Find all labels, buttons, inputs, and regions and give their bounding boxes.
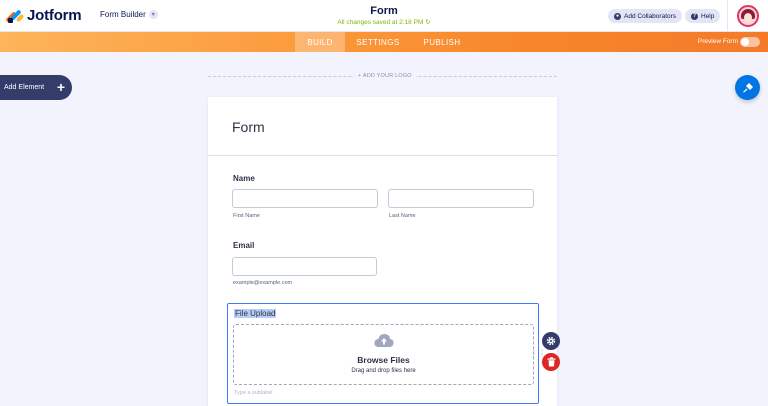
- help-icon: ?: [691, 12, 698, 20]
- top-bar: Jotform Form Builder ▾ Form All changes …: [0, 0, 768, 32]
- preview-form-toggle[interactable]: [740, 37, 760, 47]
- drag-drop-text: Drag and drop files here: [351, 368, 416, 374]
- jotform-logo[interactable]: Jotform: [5, 7, 82, 24]
- cloud-upload-icon: [374, 334, 394, 347]
- chevron-down-icon: ▾: [148, 10, 158, 19]
- add-collaborators-button[interactable]: ● Add Collaborators: [608, 9, 683, 23]
- jotform-logo-icon: [5, 8, 25, 24]
- last-name-input[interactable]: [388, 189, 534, 208]
- add-element-button[interactable]: Add Element +: [0, 75, 72, 100]
- email-input[interactable]: [232, 257, 377, 276]
- form-designer-button[interactable]: [735, 75, 760, 100]
- user-icon: ●: [614, 12, 621, 20]
- header-divider: [727, 0, 728, 32]
- add-element-label: Add Element: [4, 84, 45, 91]
- form-card: Form Name First Name Last Name Email exa…: [208, 97, 557, 406]
- delete-field-button[interactable]: [542, 353, 560, 371]
- tab-settings[interactable]: SETTINGS: [350, 32, 406, 52]
- tab-publish[interactable]: PUBLISH: [415, 32, 469, 52]
- help-label: Help: [701, 12, 715, 20]
- plus-icon: +: [56, 79, 65, 95]
- email-label[interactable]: Email: [233, 241, 254, 250]
- file-upload-field[interactable]: File Upload Browse Files Drag and drop f…: [227, 303, 546, 404]
- file-drop-zone[interactable]: Browse Files Drag and drop files here: [233, 324, 534, 385]
- gear-icon: [546, 336, 556, 346]
- tab-bar: BUILD SETTINGS PUBLISH Preview Form: [0, 32, 768, 52]
- form-title[interactable]: Form: [232, 119, 265, 135]
- tab-build[interactable]: BUILD: [295, 32, 345, 52]
- trash-icon: [547, 357, 555, 367]
- paint-roller-icon: [742, 82, 753, 92]
- email-sublabel: example@example.com: [233, 280, 293, 286]
- toggle-knob: [741, 38, 749, 46]
- field-settings-button[interactable]: [542, 332, 560, 350]
- brand-name: Jotform: [27, 7, 82, 24]
- last-name-sublabel: Last Name: [389, 213, 416, 219]
- file-upload-label[interactable]: File Upload: [234, 309, 277, 318]
- name-label[interactable]: Name: [233, 174, 255, 183]
- help-button[interactable]: ? Help: [685, 9, 721, 23]
- add-collaborators-label: Add Collaborators: [624, 12, 677, 20]
- builder-label: Form Builder: [100, 10, 146, 19]
- add-logo-link[interactable]: + ADD YOUR LOGO: [354, 73, 416, 79]
- preview-form-label: Preview Form: [697, 38, 738, 45]
- first-name-sublabel: First Name: [233, 213, 260, 219]
- first-name-input[interactable]: [232, 189, 378, 208]
- browse-files-button[interactable]: Browse Files: [234, 355, 533, 365]
- refresh-icon: ↻: [425, 19, 431, 26]
- sublabel-input[interactable]: Type a sublabel: [234, 390, 273, 396]
- avatar[interactable]: [737, 5, 759, 27]
- builder-selector[interactable]: Form Builder ▾: [100, 10, 158, 19]
- form-header[interactable]: Form: [208, 97, 557, 156]
